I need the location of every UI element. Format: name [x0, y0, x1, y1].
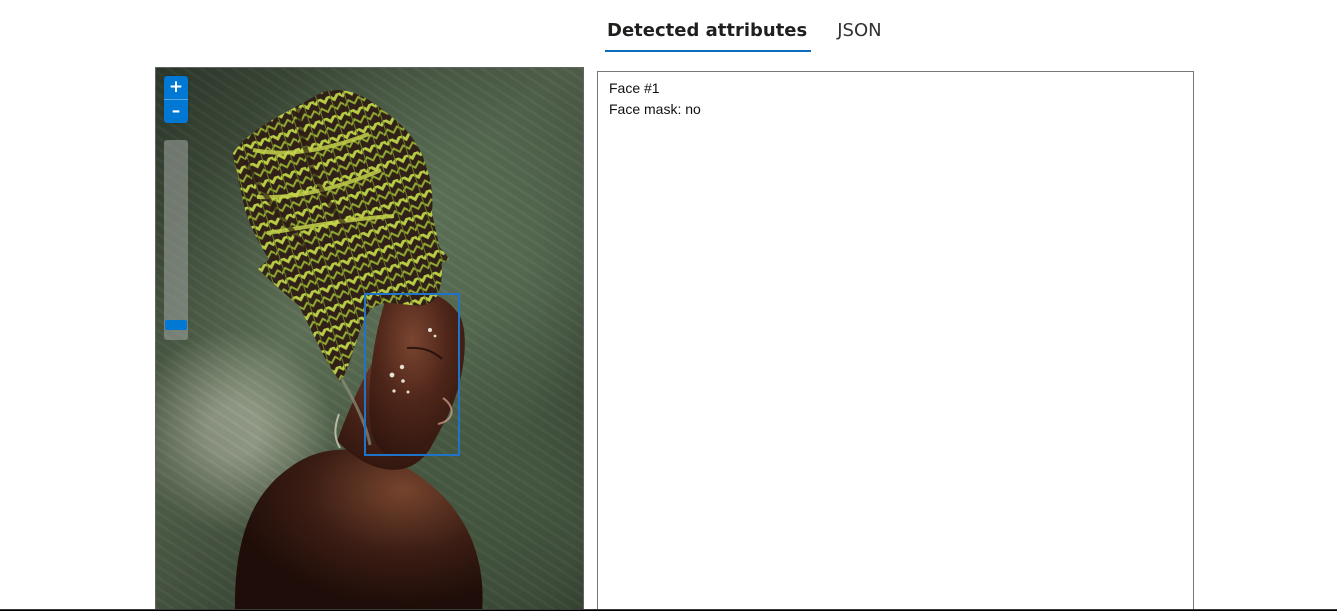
tab-json[interactable]: JSON	[834, 12, 884, 52]
zoom-in-button[interactable]: +	[164, 76, 188, 99]
tab-detected-attributes[interactable]: Detected attributes	[604, 12, 812, 52]
zoom-slider[interactable]	[164, 140, 188, 340]
face-attributes-page: Detected attributes JSON + – Face #1 Fac…	[0, 0, 1337, 611]
result-tabs: Detected attributes JSON	[604, 12, 885, 54]
face-heading: Face #1	[609, 80, 660, 96]
zoom-slider-thumb[interactable]	[165, 320, 187, 330]
plus-icon: +	[168, 77, 184, 97]
zoom-controls: + –	[164, 76, 188, 123]
image-viewer[interactable]: + –	[155, 67, 584, 611]
minus-icon: –	[171, 101, 181, 121]
zoom-out-button[interactable]: –	[164, 99, 188, 123]
face-mask-attribute: Face mask: no	[609, 101, 701, 117]
portrait-image	[233, 89, 483, 610]
detected-attributes-panel: Face #1 Face mask: no	[597, 71, 1194, 611]
